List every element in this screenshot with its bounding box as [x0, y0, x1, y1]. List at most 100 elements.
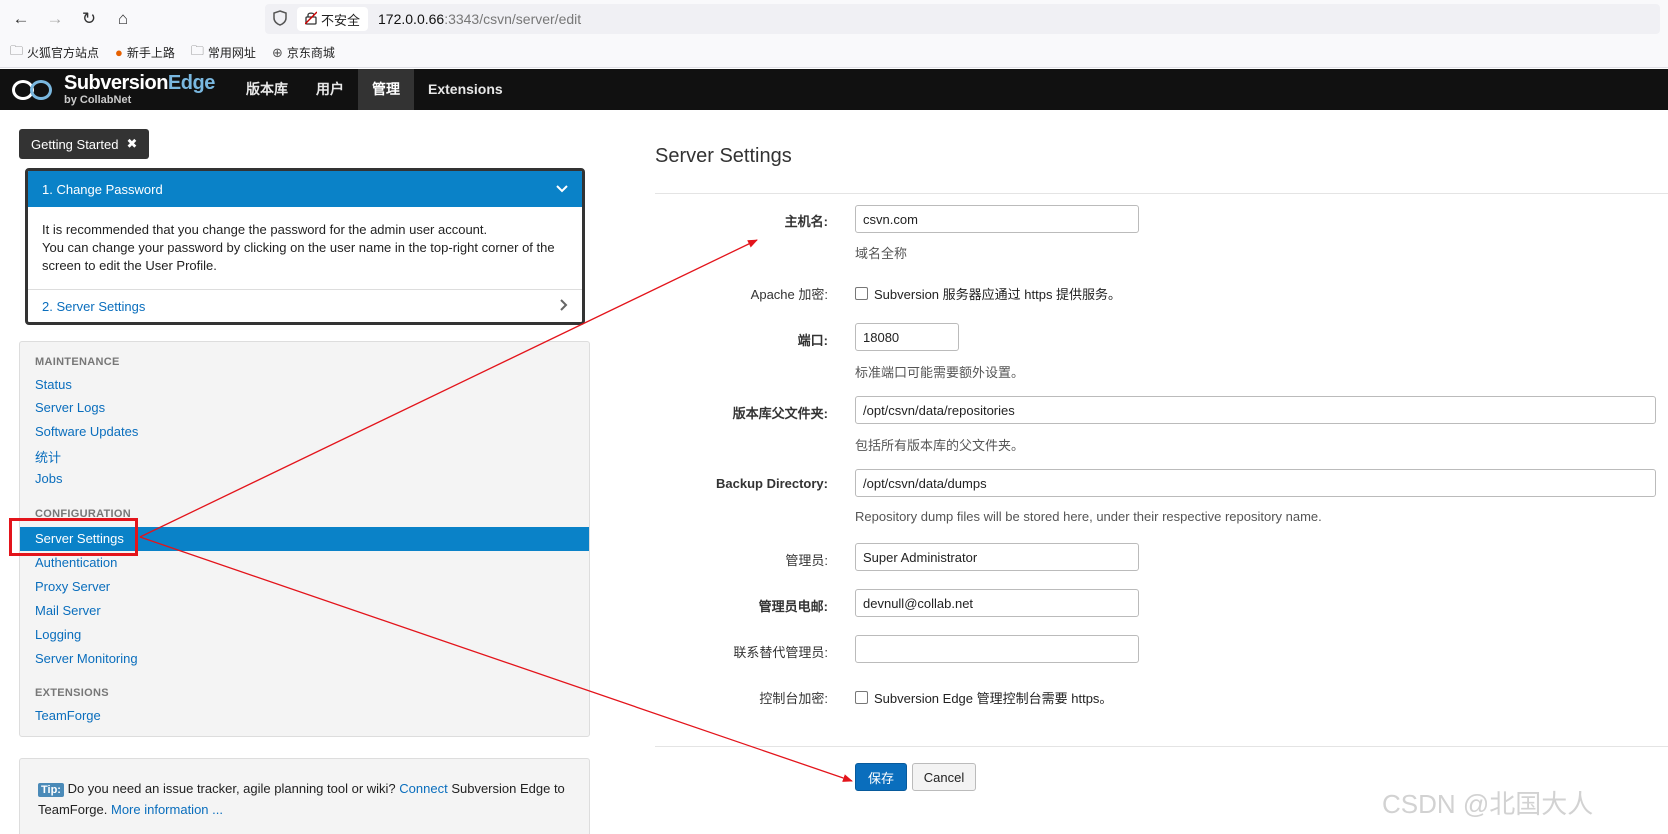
bookmark-label: 常用网址: [207, 46, 256, 60]
sidebar-item-server-logs[interactable]: Server Logs: [35, 400, 105, 415]
bookmark-common-sites[interactable]: 🗀 常用网址: [191, 42, 256, 64]
logo-sub: by CollabNet: [64, 94, 132, 106]
port-label: 端口:: [797, 333, 828, 348]
tip-badge: Tip:: [38, 783, 64, 797]
bookmark-label: 新手上路: [126, 46, 175, 60]
sidebar-item-mail-server[interactable]: Mail Server: [35, 603, 101, 618]
sidebar-item-status[interactable]: Status: [35, 377, 72, 392]
apache-encryption-label: Apache 加密:: [750, 287, 828, 302]
port-input[interactable]: [855, 323, 959, 351]
nav-repositories[interactable]: 版本库: [232, 69, 302, 110]
nav-admin[interactable]: 管理: [358, 69, 414, 110]
logo-main: Subversion: [64, 72, 168, 94]
sidebar-item-server-monitoring[interactable]: Server Monitoring: [35, 651, 138, 666]
divider: [655, 193, 1668, 194]
bookmark-label: 京东商城: [286, 46, 335, 60]
section-extensions: EXTENSIONS: [35, 687, 109, 699]
alt-admin-input[interactable]: [855, 635, 1139, 663]
backup-directory-label: Backup Directory:: [716, 476, 828, 491]
url-bar[interactable]: 不安全 172.0.0.66:3343/csvn/server/edit: [265, 4, 1660, 34]
nav-users[interactable]: 用户: [302, 69, 358, 110]
back-icon[interactable]: ←: [8, 6, 34, 32]
checkbox-unchecked[interactable]: [855, 691, 868, 704]
home-icon[interactable]: ⌂: [110, 6, 136, 32]
sidebar-item-statistics[interactable]: 统计: [35, 447, 61, 466]
administrator-label: 管理员:: [785, 553, 828, 568]
app-header: SubversionEdge by CollabNet 版本库 用户 管理 Ex…: [0, 69, 1668, 110]
sidebar-item-logging[interactable]: Logging: [35, 627, 81, 642]
repo-parent-dir-help: 包括所有版本库的父文件夹。: [855, 438, 1025, 453]
tip-text: TeamForge.: [38, 802, 111, 817]
bookmark-jd[interactable]: ⊕ 京东商城: [272, 44, 335, 61]
cancel-button[interactable]: Cancel: [912, 763, 976, 791]
insecure-label: 不安全: [321, 12, 361, 28]
logo-mark-icon: [12, 77, 58, 103]
bookmark-getting-started[interactable]: ● 新手上路: [115, 44, 175, 61]
nav-extensions[interactable]: Extensions: [414, 69, 517, 110]
csdn-watermark: CSDN @北国大人: [1382, 789, 1594, 819]
tip-text: Subversion Edge to: [447, 781, 565, 796]
globe-icon: ⊕: [271, 44, 283, 60]
hostname-label: 主机名:: [784, 214, 828, 229]
url-path: :3343/csvn/server/edit: [444, 11, 582, 27]
section-maintenance: MAINTENANCE: [35, 356, 120, 368]
tip-text: Do you need an issue tracker, agile plan…: [63, 781, 400, 796]
save-button[interactable]: 保存: [855, 763, 907, 791]
chevron-down-icon: [556, 182, 568, 196]
getting-started-button[interactable]: Getting Started ✖: [19, 129, 150, 159]
url-host: 172.0.0.66: [378, 11, 445, 27]
folder-icon: 🗀: [10, 42, 24, 58]
annotation-highlight-box: [9, 518, 138, 556]
sidebar-item-jobs[interactable]: Jobs: [35, 471, 62, 486]
top-nav: 版本库 用户 管理 Extensions: [232, 69, 517, 110]
connect-link[interactable]: Connect: [399, 781, 447, 796]
bookmark-label: 火狐官方站点: [27, 46, 100, 60]
sidebar-item-authentication[interactable]: Authentication: [35, 555, 117, 570]
step-change-password[interactable]: 1. Change Password: [28, 171, 582, 207]
insecure-lock-icon: [304, 10, 318, 28]
firefox-icon: ●: [115, 45, 123, 60]
close-icon[interactable]: ✖: [126, 136, 137, 152]
reload-icon[interactable]: ↻: [76, 6, 102, 32]
backup-directory-input[interactable]: [855, 469, 1656, 497]
sidebar-item-proxy-server[interactable]: Proxy Server: [35, 579, 110, 594]
step-title: 2. Server Settings: [42, 298, 146, 314]
sidebar-item-teamforge[interactable]: TeamForge: [35, 708, 101, 723]
hostname-input[interactable]: [855, 205, 1139, 233]
administrator-input[interactable]: [855, 543, 1139, 571]
step-text-line: screen to edit the User Profile.: [42, 258, 217, 273]
step-text-line: It is recommended that you change the pa…: [42, 222, 488, 237]
subversion-edge-logo[interactable]: SubversionEdge by CollabNet: [12, 73, 232, 106]
console-encryption-label: 控制台加密:: [759, 691, 828, 706]
step-text-line: You can change your password by clicking…: [42, 240, 555, 255]
admin-email-input[interactable]: [855, 589, 1139, 617]
bookmarks-bar: 🗀 火狐官方站点 ● 新手上路 🗀 常用网址 ⊕ 京东商城: [0, 38, 1668, 68]
shield-icon[interactable]: [273, 9, 291, 29]
bookmark-firefox-site[interactable]: 🗀 火狐官方站点: [10, 42, 99, 64]
repo-parent-dir-label: 版本库父文件夹:: [732, 406, 828, 421]
divider: [655, 746, 1668, 747]
step-server-settings[interactable]: 2. Server Settings: [28, 289, 582, 322]
checkbox-unchecked[interactable]: [855, 287, 868, 300]
repo-parent-dir-input[interactable]: [855, 396, 1656, 424]
getting-started-panel: 1. Change Password It is recommended tha…: [25, 168, 585, 325]
forward-icon[interactable]: →: [42, 6, 68, 32]
hostname-help: 域名全称: [855, 246, 908, 261]
step-title: 1. Change Password: [42, 181, 163, 197]
insecure-badge[interactable]: 不安全: [297, 7, 369, 31]
getting-started-label: Getting Started: [31, 136, 119, 152]
port-help: 标准端口可能需要额外设置。: [855, 365, 1025, 380]
folder-icon: 🗀: [190, 42, 204, 58]
page-title: Server Settings: [655, 145, 792, 167]
checkbox-label: Subversion 服务器应通过 https 提供服务。: [874, 287, 1122, 302]
more-information-link[interactable]: More information ...: [111, 802, 223, 817]
sidebar-item-software-updates[interactable]: Software Updates: [35, 424, 138, 439]
tip-panel: Tip: Do you need an issue tracker, agile…: [19, 758, 590, 834]
apache-https-checkbox[interactable]: Subversion 服务器应通过 https 提供服务。: [855, 284, 1121, 303]
step-description: It is recommended that you change the pa…: [28, 207, 582, 289]
logo-edge: Edge: [167, 72, 215, 94]
alt-admin-label: 联系替代管理员:: [733, 645, 828, 660]
console-https-checkbox[interactable]: Subversion Edge 管理控制台需要 https。: [855, 688, 1112, 707]
chevron-right-icon: [560, 298, 568, 314]
checkbox-label: Subversion Edge 管理控制台需要 https。: [874, 691, 1113, 706]
